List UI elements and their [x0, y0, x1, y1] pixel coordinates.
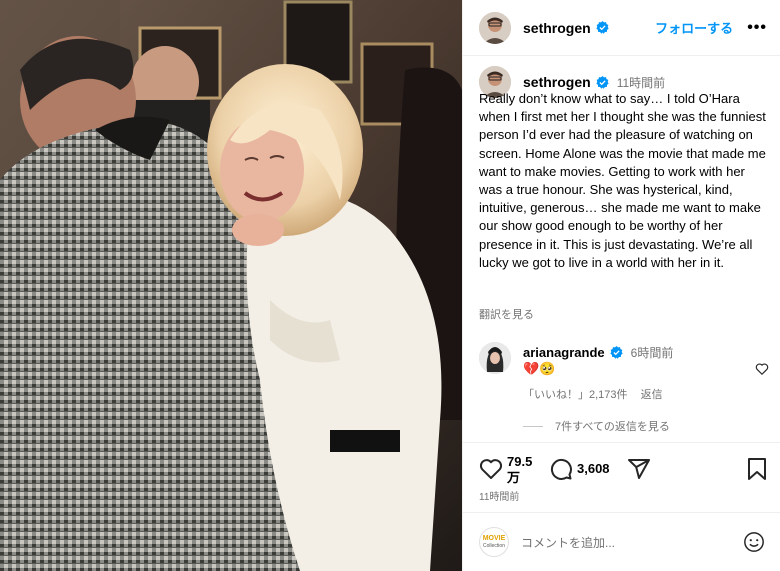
- more-icon[interactable]: •••: [747, 19, 767, 37]
- comment-meta: 「いいね！」2,173件 返信: [523, 386, 663, 402]
- verified-badge-icon: [610, 346, 623, 359]
- comment-likes[interactable]: 「いいね！」2,173件: [523, 389, 628, 401]
- caption-text: Really don’t know what to say… I told O’…: [479, 91, 766, 270]
- view-replies-label: 7件すべての返信を見る: [555, 421, 670, 433]
- post-side-panel: sethrogen フォローする ••• sethrogen 11時間前 Rea…: [462, 0, 780, 571]
- viewer-avatar-logo-top: MOVIE: [482, 535, 506, 542]
- translate-link[interactable]: 翻訳を見る: [479, 306, 534, 322]
- commenter-avatar-image: [479, 342, 511, 374]
- reply-button[interactable]: 返信: [641, 389, 663, 401]
- author-avatar-image: [479, 11, 511, 44]
- comments-count[interactable]: 3,608: [577, 461, 610, 476]
- commenter-avatar[interactable]: [479, 342, 511, 374]
- action-bar: 79.5 万 3,608 11時間前: [463, 442, 780, 512]
- likes-unit: 万: [507, 470, 521, 485]
- caption-time: 11時間前: [616, 75, 666, 90]
- header-username[interactable]: sethrogen: [523, 20, 591, 36]
- post-photo-illustration: [0, 0, 462, 571]
- likes-count[interactable]: 79.5: [507, 454, 532, 469]
- view-replies-button[interactable]: 7件すべての返信を見る: [523, 418, 670, 434]
- caption-username[interactable]: sethrogen: [523, 74, 591, 90]
- comment-like-icon[interactable]: [755, 362, 769, 376]
- comment-username[interactable]: arianagrande: [523, 345, 605, 360]
- emoji-icon[interactable]: [743, 531, 765, 553]
- comment-icon[interactable]: [549, 457, 573, 481]
- viewer-avatar-logo-bottom: Collection: [483, 543, 505, 549]
- author-avatar[interactable]: [479, 11, 511, 44]
- comment-text: 💔🥺: [523, 361, 556, 376]
- post-photo[interactable]: [0, 0, 462, 571]
- replies-divider: [523, 425, 543, 427]
- bookmark-icon[interactable]: [747, 457, 767, 481]
- follow-button[interactable]: フォローする: [655, 18, 733, 37]
- add-comment-bar: MOVIE Collection コメントを追加...: [463, 512, 780, 571]
- comment-header: arianagrande 6時間前: [523, 344, 673, 361]
- comment-time: 6時間前: [630, 346, 674, 360]
- post-header: sethrogen フォローする •••: [463, 0, 780, 56]
- share-icon[interactable]: [627, 457, 651, 481]
- heart-icon[interactable]: [479, 457, 503, 481]
- post-time: 11時間前: [479, 492, 520, 503]
- caption-block: sethrogen 11時間前 Really don’t know what t…: [479, 66, 773, 321]
- verified-badge-icon: [596, 75, 609, 89]
- verified-badge-icon: [596, 21, 609, 34]
- comment-input[interactable]: コメントを追加...: [521, 534, 615, 551]
- viewer-avatar: MOVIE Collection: [479, 527, 509, 557]
